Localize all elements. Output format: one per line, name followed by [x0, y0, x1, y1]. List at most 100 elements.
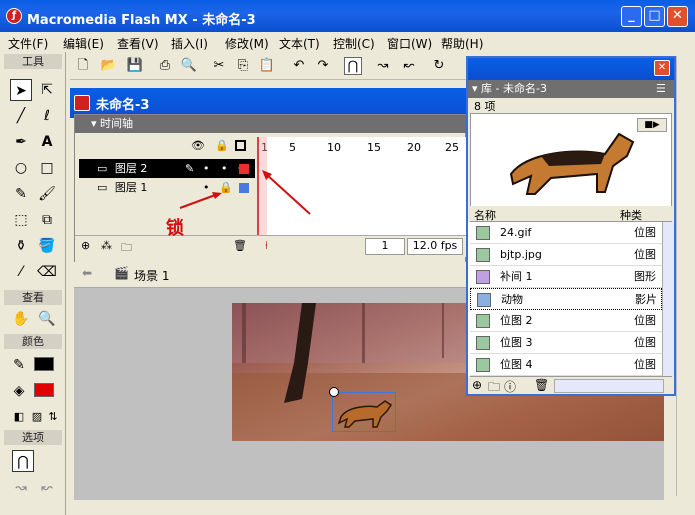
rectangle-tool-icon[interactable]: □ — [36, 157, 58, 179]
horizontal-scrollbar[interactable] — [554, 379, 664, 393]
cut-icon[interactable]: ✂ — [210, 57, 228, 75]
add-folder-icon[interactable]: 🗀 — [121, 239, 132, 258]
menu-insert[interactable]: 插入(I) — [171, 35, 208, 52]
item-name: 补间 1 — [500, 270, 533, 283]
snap-to-objects-icon[interactable]: ⋂ — [12, 450, 34, 472]
copy-icon[interactable]: ⎘ — [234, 57, 252, 75]
dog-preview-image — [509, 132, 635, 195]
list-item[interactable]: 位图 2 位图 — [470, 310, 662, 332]
back-arrow-icon[interactable]: ⬅ — [82, 266, 92, 280]
library-header[interactable]: ▾ 库 - 未命名-3 ☰ — [468, 80, 674, 98]
fps-field[interactable]: 12.0 fps — [407, 238, 463, 255]
paint-bucket-tool-icon[interactable]: 🪣 — [36, 235, 58, 257]
bitmap-icon — [476, 226, 490, 240]
minimize-button[interactable]: _ — [621, 6, 642, 27]
brush-tool-icon[interactable]: 🖌 — [36, 183, 58, 205]
scene-label[interactable]: 场景 1 — [134, 267, 169, 284]
library-item-count: 8 项 — [474, 100, 496, 113]
col-kind[interactable]: 种类 — [620, 207, 642, 223]
print-preview-icon[interactable]: 🔍 — [180, 57, 198, 75]
close-button[interactable]: ✕ — [667, 6, 688, 27]
menu-window[interactable]: 窗口(W) — [387, 35, 432, 52]
menu-view[interactable]: 查看(V) — [117, 35, 159, 52]
library-list: 24.gif 位图 bjtp.jpg 位图 补间 1 图形 动物 影片 位图 2 位图 位… — [468, 222, 662, 376]
paste-icon[interactable]: 📋 — [258, 57, 276, 75]
fill-transform-tool-icon[interactable]: ⧉ — [36, 209, 58, 231]
list-item[interactable]: 补间 1 图形 — [470, 266, 662, 288]
lasso-tool-icon[interactable]: ℓ — [36, 105, 58, 127]
line-tool-icon[interactable]: ╱ — [10, 105, 32, 127]
subselect-tool-icon[interactable]: ⇱ — [36, 79, 58, 101]
frame-number: 5 — [289, 141, 296, 154]
fill-color-swatch[interactable] — [34, 383, 54, 397]
open-folder-icon[interactable]: 📂 — [100, 57, 118, 75]
straighten-icon[interactable]: ↜ — [400, 57, 418, 75]
new-folder-icon[interactable]: 🗀 — [488, 378, 500, 399]
properties-icon[interactable]: ⓘ — [504, 378, 516, 395]
dog-instance[interactable] — [332, 392, 396, 432]
snap-magnet-icon[interactable]: ⋂ — [344, 57, 362, 75]
oval-tool-icon[interactable]: ○ — [10, 157, 32, 179]
hand-tool-icon[interactable]: ✋ — [10, 308, 32, 330]
smooth-icon[interactable]: ↝ — [374, 57, 392, 75]
list-item[interactable]: 24.gif 位图 — [470, 222, 662, 244]
item-name: 位图 2 — [500, 314, 533, 327]
col-name[interactable]: 名称 — [474, 207, 496, 223]
eye-icon[interactable]: 👁 — [191, 139, 205, 152]
arrow-tool-icon[interactable]: ➤ — [10, 79, 32, 101]
list-item[interactable]: 动物 影片 — [470, 288, 662, 310]
view-header: 查看 — [4, 290, 62, 305]
ink-bottle-tool-icon[interactable]: ⚱ — [10, 235, 32, 257]
smooth-option-icon[interactable]: ↝ — [10, 477, 32, 499]
redo-icon[interactable]: ↷ — [314, 57, 332, 75]
maximize-button[interactable]: □ — [644, 6, 665, 27]
save-icon[interactable]: 💾 — [126, 57, 144, 75]
dog-figure — [337, 400, 393, 428]
fill-color-icon[interactable]: ◈ — [8, 380, 30, 402]
text-tool-icon[interactable]: A — [36, 131, 58, 153]
collapse-arrow-icon: ▾ — [472, 82, 482, 95]
undo-icon[interactable]: ↶ — [290, 57, 308, 75]
lock-column-icon[interactable]: 🔒 — [215, 139, 229, 152]
new-symbol-icon[interactable]: ⊕ — [472, 378, 482, 392]
stroke-color-swatch[interactable] — [34, 357, 54, 371]
menu-text[interactable]: 文本(T) — [279, 35, 320, 52]
outline-column-icon[interactable] — [235, 140, 246, 151]
eyedropper-tool-icon[interactable]: ⁄ — [10, 261, 32, 283]
list-item[interactable]: bjtp.jpg 位图 — [470, 244, 662, 266]
add-guide-layer-icon[interactable]: ⁂ — [101, 239, 112, 252]
pencil-tool-icon[interactable]: ✎ — [10, 183, 32, 205]
menu-edit[interactable]: 编辑(E) — [63, 35, 104, 52]
menu-control[interactable]: 控制(C) — [333, 35, 375, 52]
eraser-tool-icon[interactable]: ⌫ — [36, 261, 58, 283]
list-item[interactable]: 位图 3 位图 — [470, 332, 662, 354]
options-menu-icon[interactable]: ☰ — [656, 80, 666, 98]
library-scrollbar[interactable] — [662, 222, 674, 376]
list-item[interactable]: 位图 4 位图 — [470, 354, 662, 376]
trash-icon[interactable]: 🗑 — [233, 239, 247, 252]
add-layer-icon[interactable]: ⊕ — [81, 239, 90, 252]
trash-icon[interactable]: 🗑 — [534, 378, 549, 392]
current-frame-field[interactable]: 1 — [365, 238, 405, 255]
menu-bar: 文件(F) 编辑(E) 查看(V) 插入(I) 修改(M) 文本(T) 控制(C… — [0, 32, 695, 52]
straighten-option-icon[interactable]: ↜ — [36, 477, 58, 499]
library-close-button[interactable]: ✕ — [654, 60, 670, 76]
stroke-color-icon[interactable]: ✎ — [8, 354, 30, 376]
rotate-icon[interactable]: ↻ — [430, 57, 448, 75]
new-file-icon[interactable]: 🗋 — [74, 57, 92, 75]
document-scrollbar[interactable] — [676, 56, 693, 496]
frame-number: 15 — [367, 141, 381, 154]
timeline-header[interactable]: ▾ 时间轴 — [75, 115, 467, 133]
menu-modify[interactable]: 修改(M) — [225, 35, 269, 52]
pen-tool-icon[interactable]: ✒ — [10, 131, 32, 153]
bitmap-icon — [476, 248, 490, 262]
frame-number: 25 — [445, 141, 459, 154]
zoom-tool-icon[interactable]: 🔍 — [36, 308, 58, 330]
menu-help[interactable]: 帮助(H) — [441, 35, 483, 52]
free-transform-tool-icon[interactable]: ⬚ — [10, 209, 32, 231]
registration-point[interactable] — [329, 387, 339, 397]
swap-colors-icon[interactable]: ⇅ — [42, 406, 64, 428]
center-frame-icon[interactable]: ⍿ — [265, 239, 268, 253]
menu-file[interactable]: 文件(F) — [8, 35, 48, 52]
print-icon[interactable]: ⎙ — [156, 57, 174, 75]
